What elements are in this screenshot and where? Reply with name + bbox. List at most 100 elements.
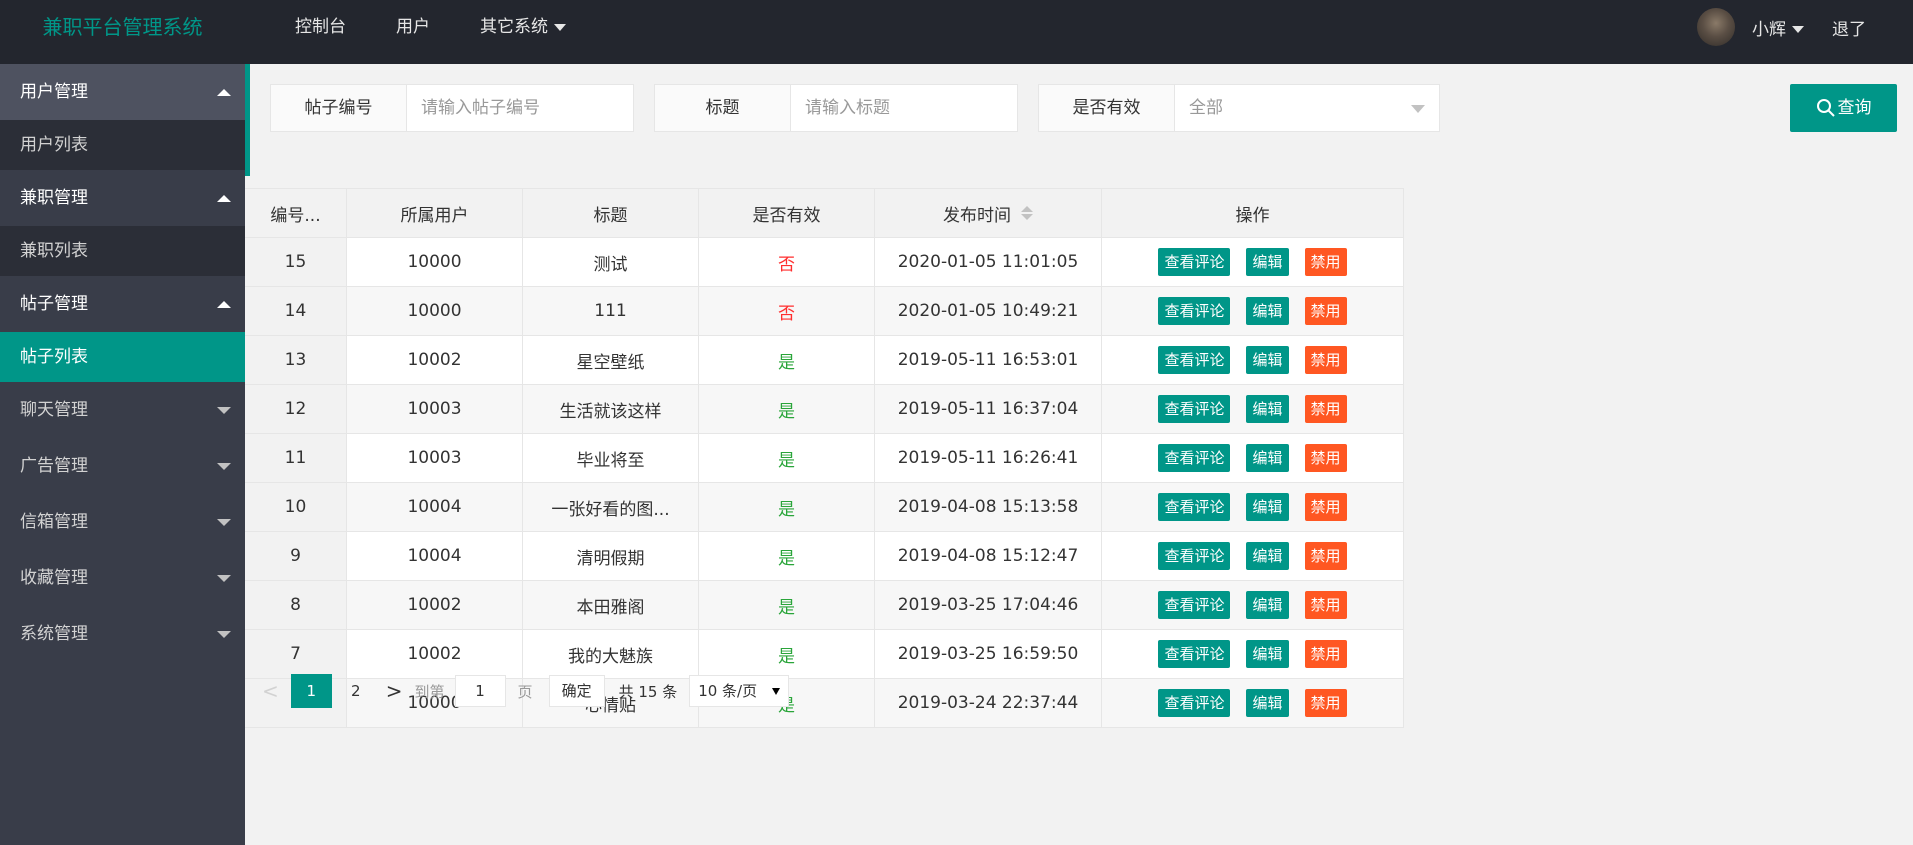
chevron-down-icon (217, 519, 231, 526)
chevron-down-icon (217, 631, 231, 638)
total-count: 共 15 条 (618, 682, 678, 701)
chevron-down-icon (217, 575, 231, 582)
edit-button[interactable]: 编辑 (1246, 248, 1289, 276)
page-unit-label: 页 (517, 682, 533, 701)
valid-field: 是否有效 全部 (1038, 84, 1440, 132)
disable-button[interactable]: 禁用 (1304, 640, 1347, 668)
disable-button[interactable]: 禁用 (1304, 542, 1347, 570)
cell-user: 10003 (347, 385, 523, 433)
main-content: 帖子编号 请输入帖子编号 标题 请输入标题 是否有效 全部 查询 编号... 所… (245, 64, 1913, 845)
nav-user-label: 用户 (396, 17, 430, 37)
user-menu[interactable]: 小辉 (1752, 15, 1804, 40)
prev-page-button[interactable]: < (262, 679, 279, 703)
edit-button[interactable]: 编辑 (1246, 591, 1289, 619)
col-id-header[interactable]: 编号... (245, 189, 347, 237)
disable-button[interactable]: 禁用 (1304, 591, 1347, 619)
sidebar-group-system[interactable]: 系统管理 (0, 606, 245, 662)
cell-valid: 是 (699, 434, 875, 482)
sidebar-group-mailbox[interactable]: 信箱管理 (0, 494, 245, 550)
disable-button[interactable]: 禁用 (1304, 395, 1347, 423)
next-page-button[interactable]: > (386, 679, 403, 703)
app-logo-title[interactable]: 兼职平台管理系统 (0, 0, 245, 64)
edit-button[interactable]: 编辑 (1246, 542, 1289, 570)
sidebar-group-favorites[interactable]: 收藏管理 (0, 550, 245, 606)
page-1-button[interactable]: 1 (290, 674, 332, 708)
chevron-down-icon (217, 407, 231, 414)
cell-valid: 是 (699, 336, 875, 384)
valid-select-value: 全部 (1189, 98, 1223, 118)
cell-valid: 是 (699, 581, 875, 629)
table-row: 10 10004 一张好看的图... 是 2019-04-08 15:13:58 查看评论… (245, 483, 1404, 532)
disable-button[interactable]: 禁用 (1304, 346, 1347, 374)
sidebar-group-parttime[interactable]: 兼职管理 (0, 170, 245, 226)
search-icon (1816, 99, 1835, 117)
table-row: 9 10004 清明假期是 2019-04-08 15:12:47 查看评论 编辑 禁用 (245, 532, 1404, 581)
sort-icon[interactable] (1021, 205, 1033, 221)
avatar[interactable] (1697, 8, 1735, 46)
sidebar-group-chat[interactable]: 聊天管理 (0, 382, 245, 438)
title-label: 标题 (654, 84, 790, 132)
nav-user[interactable]: 用户 (371, 0, 455, 64)
query-button[interactable]: 查询 (1790, 84, 1897, 132)
edit-button[interactable]: 编辑 (1246, 346, 1289, 374)
view-comments-button[interactable]: 查看评论 (1158, 248, 1231, 276)
view-comments-button[interactable]: 查看评论 (1158, 346, 1231, 374)
title-input[interactable]: 请输入标题 (790, 84, 1018, 132)
view-comments-button[interactable]: 查看评论 (1158, 542, 1231, 570)
sidebar-group-ads[interactable]: 广告管理 (0, 438, 245, 494)
edit-button[interactable]: 编辑 (1246, 444, 1289, 472)
disable-button[interactable]: 禁用 (1304, 493, 1347, 521)
disable-button[interactable]: 禁用 (1304, 444, 1347, 472)
cell-title: 清明假期 (523, 532, 699, 580)
view-comments-button[interactable]: 查看评论 (1158, 395, 1231, 423)
cell-actions: 查看评论 编辑 禁用 (1102, 238, 1404, 286)
sidebar-group-post[interactable]: 帖子管理 (0, 276, 245, 332)
sidebar-group-label: 兼职管理 (20, 188, 88, 208)
edit-button[interactable]: 编辑 (1246, 640, 1289, 668)
view-comments-button[interactable]: 查看评论 (1158, 640, 1231, 668)
cell-user: 10002 (347, 581, 523, 629)
sidebar-item-user-list[interactable]: 用户列表 (0, 120, 245, 170)
nav-dashboard-label: 控制台 (295, 17, 346, 37)
top-nav: 控制台 用户 其它系统 (270, 0, 591, 64)
col-time-label: 发布时间 (943, 205, 1011, 226)
cell-valid: 是 (699, 385, 875, 433)
disable-button[interactable]: 禁用 (1304, 248, 1347, 276)
sidebar-group-label: 收藏管理 (20, 568, 88, 588)
valid-select[interactable]: 全部 (1174, 84, 1440, 132)
sidebar-group-label: 帖子管理 (20, 294, 88, 314)
page-size-select[interactable]: 10 条/页 (689, 675, 790, 707)
page-2-button[interactable]: 2 (338, 682, 374, 700)
edit-button[interactable]: 编辑 (1246, 395, 1289, 423)
nav-dashboard[interactable]: 控制台 (270, 0, 371, 64)
nav-other-systems[interactable]: 其它系统 (455, 0, 591, 64)
view-comments-button[interactable]: 查看评论 (1158, 297, 1231, 325)
cell-id: 14 (245, 287, 347, 335)
cell-title: 毕业将至 (523, 434, 699, 482)
edit-button[interactable]: 编辑 (1246, 493, 1289, 521)
logout-link[interactable]: 退了 (1832, 15, 1866, 40)
post-id-input[interactable]: 请输入帖子编号 (406, 84, 634, 132)
sidebar-item-parttime-list[interactable]: 兼职列表 (0, 226, 245, 276)
goto-page-input[interactable]: 1 (454, 675, 506, 707)
goto-confirm-button[interactable]: 确定 (548, 675, 605, 707)
edit-button[interactable]: 编辑 (1246, 297, 1289, 325)
cell-actions: 查看评论 编辑 禁用 (1102, 483, 1404, 531)
sidebar-group-label: 用户管理 (20, 82, 88, 102)
table-row: 15 10000 测试否 2020-01-05 11:01:05 查看评论 编辑 禁用 (245, 238, 1404, 287)
col-time-header[interactable]: 发布时间 (875, 189, 1102, 237)
disable-button[interactable]: 禁用 (1304, 297, 1347, 325)
view-comments-button[interactable]: 查看评论 (1158, 444, 1231, 472)
sidebar-group-user[interactable]: 用户管理 (0, 64, 245, 120)
cell-time: 2019-04-08 15:12:47 (875, 532, 1102, 580)
cell-actions: 查看评论 编辑 禁用 (1102, 532, 1404, 580)
table-row: 13 10002 星空壁纸是 2019-05-11 16:53:01 查看评论 编辑 禁用 (245, 336, 1404, 385)
view-comments-button[interactable]: 查看评论 (1158, 591, 1231, 619)
cell-user: 10002 (347, 336, 523, 384)
cell-valid: 否 (699, 238, 875, 286)
cell-actions: 查看评论 编辑 禁用 (1102, 336, 1404, 384)
chevron-down-icon (554, 23, 566, 31)
sidebar-item-post-list[interactable]: 帖子列表 (0, 332, 245, 382)
cell-time: 2019-05-11 16:26:41 (875, 434, 1102, 482)
view-comments-button[interactable]: 查看评论 (1158, 493, 1231, 521)
